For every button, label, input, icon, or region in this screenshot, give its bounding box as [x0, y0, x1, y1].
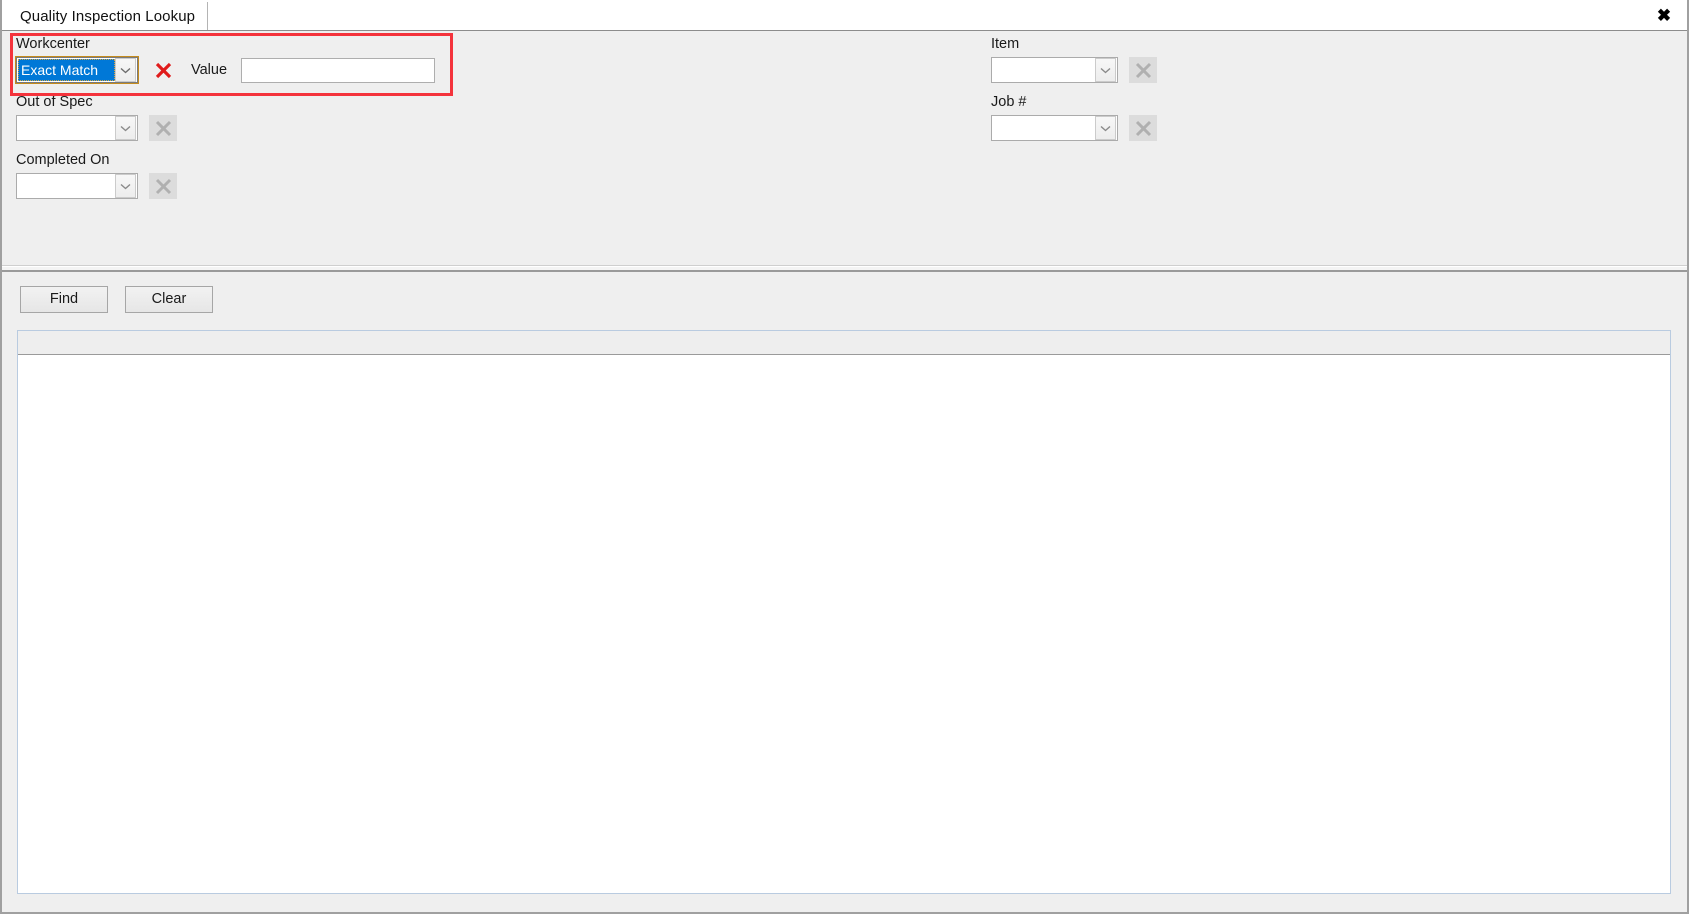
tab-quality-inspection-lookup[interactable]: Quality Inspection Lookup — [8, 2, 209, 30]
results-grid-header — [18, 331, 1670, 355]
field-group-workcenter: Workcenter Exact Match Value — [15, 36, 436, 84]
completed-on-row — [16, 173, 177, 199]
results-panel: Find Clear — [2, 272, 1687, 912]
job-number-row — [991, 115, 1157, 141]
action-button-bar: Find Clear — [2, 272, 1687, 326]
results-grid[interactable] — [17, 330, 1671, 894]
clear-button[interactable]: Clear — [125, 285, 213, 313]
out-of-spec-value — [18, 117, 115, 139]
find-button[interactable]: Find — [20, 285, 108, 313]
workcenter-operator-select[interactable]: Exact Match — [15, 56, 139, 84]
chevron-down-icon[interactable] — [1095, 116, 1116, 140]
quality-inspection-lookup-window: Quality Inspection Lookup ✖ Workcenter E… — [0, 0, 1689, 914]
completed-on-value — [18, 175, 115, 197]
chevron-down-icon[interactable] — [115, 174, 136, 198]
item-value — [993, 59, 1095, 81]
item-select[interactable] — [991, 57, 1118, 83]
workcenter-label: Workcenter — [16, 36, 90, 52]
field-group-item: Item — [991, 36, 1157, 83]
completed-on-label: Completed On — [16, 152, 110, 168]
job-number-clear-button — [1129, 115, 1157, 141]
workcenter-clear-button[interactable] — [149, 57, 177, 83]
job-number-value — [993, 117, 1095, 139]
tab-strip: Quality Inspection Lookup ✖ — [2, 0, 1687, 31]
job-number-label: Job # — [991, 94, 1027, 110]
tab-label: Quality Inspection Lookup — [20, 7, 196, 25]
out-of-spec-row — [16, 115, 177, 141]
completed-on-clear-button — [149, 173, 177, 199]
job-number-select[interactable] — [991, 115, 1118, 141]
workcenter-row: Exact Match Value — [15, 56, 436, 84]
item-clear-button — [1129, 57, 1157, 83]
field-group-completed-on: Completed On — [16, 152, 177, 199]
field-group-out-of-spec: Out of Spec — [16, 94, 177, 141]
filter-criteria-panel: Workcenter Exact Match Value Out of Spec… — [2, 31, 1687, 266]
item-row — [991, 57, 1157, 83]
completed-on-select[interactable] — [16, 173, 138, 199]
field-group-job-number: Job # — [991, 94, 1157, 141]
item-label: Item — [991, 36, 1020, 52]
workcenter-operator-value: Exact Match — [18, 59, 115, 81]
close-icon[interactable]: ✖ — [1653, 4, 1675, 26]
chevron-down-icon[interactable] — [115, 116, 136, 140]
chevron-down-icon[interactable] — [115, 58, 136, 82]
workcenter-value-input[interactable] — [241, 57, 436, 83]
out-of-spec-clear-button — [149, 115, 177, 141]
workcenter-value-label: Value — [191, 62, 228, 78]
chevron-down-icon[interactable] — [1095, 58, 1116, 82]
out-of-spec-label: Out of Spec — [16, 94, 93, 110]
results-grid-body[interactable] — [18, 355, 1670, 893]
out-of-spec-select[interactable] — [16, 115, 138, 141]
